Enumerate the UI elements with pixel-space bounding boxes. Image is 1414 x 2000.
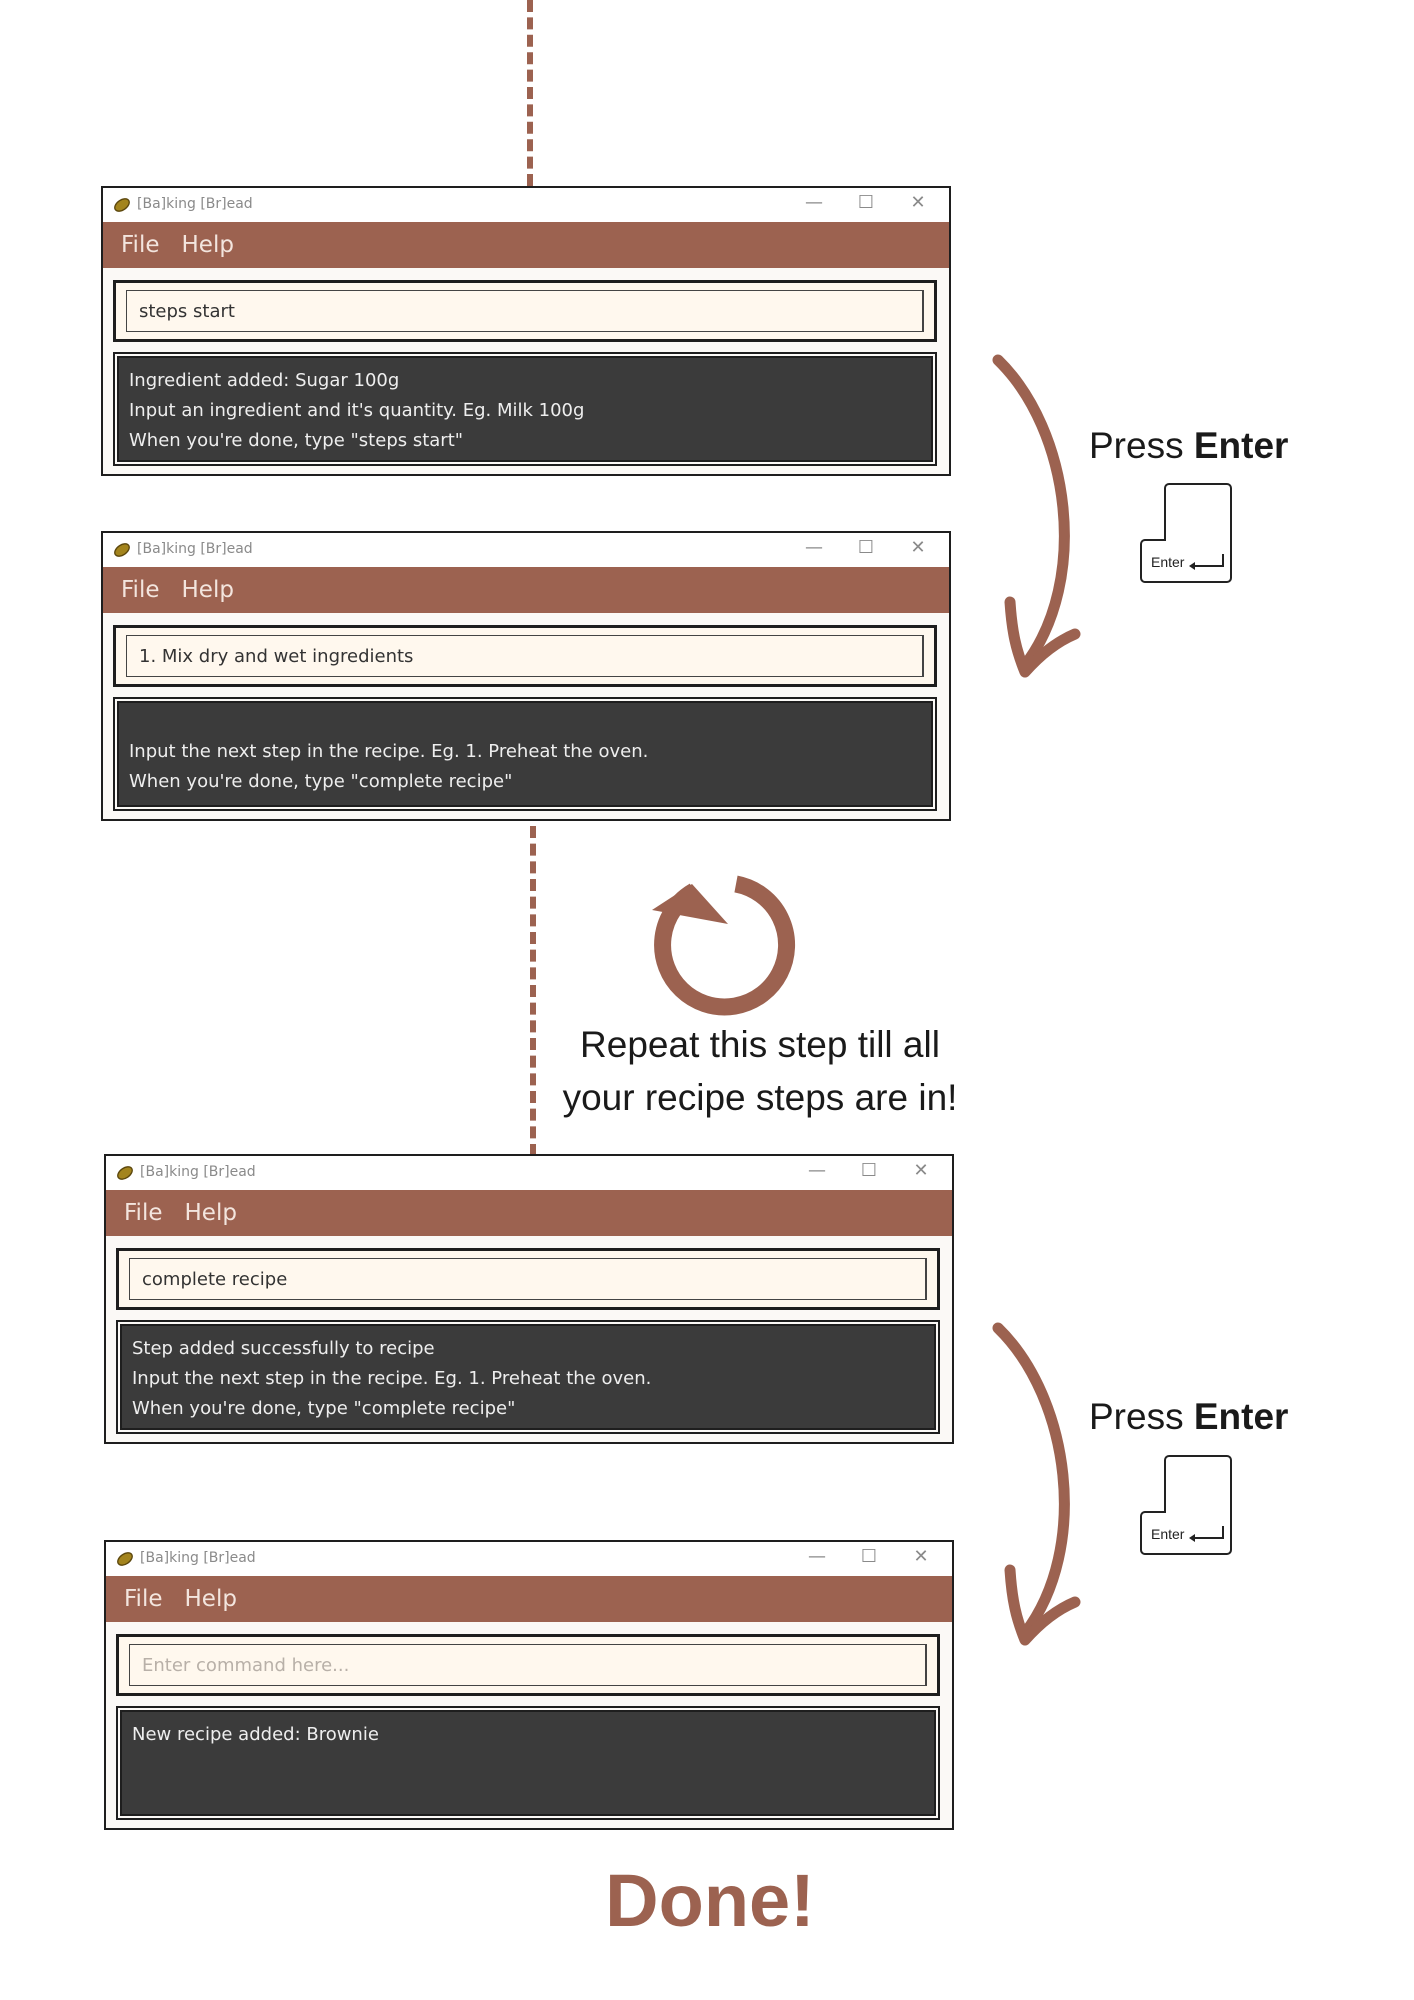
result-box: New recipe added: Brownie	[116, 1706, 940, 1820]
command-input-text: steps start	[139, 300, 235, 322]
window-titlebar: [Ba]king [Br]ead — ☐ ✕	[106, 1156, 952, 1190]
window-title: [Ba]king [Br]ead	[140, 1550, 256, 1566]
menu-file[interactable]: File	[121, 577, 160, 603]
menu-help[interactable]: Help	[185, 1200, 237, 1226]
repeat-line-2: your recipe steps are in!	[562, 1077, 958, 1118]
result-box: Step added successfully to recipe Input …	[116, 1320, 940, 1434]
command-input[interactable]: complete recipe	[129, 1258, 927, 1300]
minimize-icon[interactable]: —	[799, 192, 829, 213]
command-input-placeholder: Enter command here...	[142, 1654, 350, 1676]
result-line: Ingredient added: Sugar 100g	[129, 370, 400, 391]
press-prefix: Press	[1089, 1396, 1184, 1437]
window-title: [Ba]king [Br]ead	[137, 196, 253, 212]
result-display: Ingredient added: Sugar 100g Input an in…	[117, 356, 933, 462]
command-box: Enter command here...	[116, 1634, 940, 1696]
close-icon[interactable]: ✕	[903, 192, 933, 213]
key-label: Enter	[1151, 554, 1185, 570]
menu-bar: File Help	[103, 222, 949, 268]
menu-help[interactable]: Help	[182, 232, 234, 258]
result-box: Input the next step in the recipe. Eg. 1…	[113, 697, 937, 811]
dashed-connector-top	[527, 0, 533, 186]
result-line: When you're done, type "steps start"	[129, 430, 464, 451]
close-icon[interactable]: ✕	[906, 1160, 936, 1181]
maximize-icon[interactable]: ☐	[851, 537, 881, 558]
window-title: [Ba]king [Br]ead	[137, 541, 253, 557]
key-label: Enter	[1151, 1526, 1185, 1542]
command-input[interactable]: steps start	[126, 290, 924, 332]
result-line: New recipe added: Brownie	[132, 1724, 379, 1745]
maximize-icon[interactable]: ☐	[851, 192, 881, 213]
repeat-line-1: Repeat this step till all	[580, 1024, 940, 1065]
command-input-text: complete recipe	[142, 1268, 288, 1290]
maximize-icon[interactable]: ☐	[854, 1160, 884, 1181]
menu-file[interactable]: File	[124, 1586, 163, 1612]
menu-bar: File Help	[106, 1190, 952, 1236]
menu-file[interactable]: File	[121, 232, 160, 258]
app-window-2: [Ba]king [Br]ead — ☐ ✕ File Help 1. Mix …	[101, 531, 951, 821]
window-titlebar: [Ba]king [Br]ead — ☐ ✕	[106, 1542, 952, 1576]
command-input[interactable]: Enter command here...	[129, 1644, 927, 1686]
menu-help[interactable]: Help	[185, 1586, 237, 1612]
command-box: complete recipe	[116, 1248, 940, 1310]
result-display: New recipe added: Brownie	[120, 1710, 936, 1816]
menu-bar: File Help	[106, 1576, 952, 1622]
command-input-text: 1. Mix dry and wet ingredients	[139, 645, 414, 667]
result-display: Input the next step in the recipe. Eg. 1…	[117, 701, 933, 807]
result-line: When you're done, type "complete recipe"	[129, 771, 513, 792]
app-window-3: [Ba]king [Br]ead — ☐ ✕ File Help complet…	[104, 1154, 954, 1444]
enter-key-icon: Enter	[1139, 1454, 1233, 1556]
window-title: [Ba]king [Br]ead	[140, 1164, 256, 1180]
result-line: Step added successfully to recipe	[132, 1338, 435, 1359]
press-enter-label-2: Press Enter	[1089, 1396, 1288, 1438]
minimize-icon[interactable]: —	[802, 1160, 832, 1181]
curved-arrow-1	[992, 354, 1081, 678]
app-window-1: [Ba]king [Br]ead — ☐ ✕ File Help steps s…	[101, 186, 951, 476]
window-titlebar: [Ba]king [Br]ead — ☐ ✕	[103, 533, 949, 567]
bread-icon	[114, 198, 130, 212]
press-key: Enter	[1193, 425, 1289, 466]
menu-help[interactable]: Help	[182, 577, 234, 603]
command-box: 1. Mix dry and wet ingredients	[113, 625, 937, 687]
maximize-icon[interactable]: ☐	[854, 1546, 884, 1567]
done-heading: Done!	[605, 1859, 815, 1942]
result-display: Step added successfully to recipe Input …	[120, 1324, 936, 1430]
menu-file[interactable]: File	[124, 1200, 163, 1226]
result-line: Input an ingredient and it's quantity. E…	[129, 400, 585, 421]
app-window-4: [Ba]king [Br]ead — ☐ ✕ File Help Enter c…	[104, 1540, 954, 1830]
curved-arrow-2	[992, 1322, 1081, 1646]
bread-icon	[117, 1166, 133, 1180]
command-box: steps start	[113, 280, 937, 342]
minimize-icon[interactable]: —	[802, 1546, 832, 1567]
command-input[interactable]: 1. Mix dry and wet ingredients	[126, 635, 924, 677]
result-box: Ingredient added: Sugar 100g Input an in…	[113, 352, 937, 466]
result-line: Input the next step in the recipe. Eg. 1…	[129, 741, 649, 762]
enter-key-icon: Enter	[1139, 482, 1233, 584]
result-line: When you're done, type "complete recipe"	[132, 1398, 516, 1419]
repeat-instruction: Repeat this step till all your recipe st…	[540, 1018, 980, 1124]
close-icon[interactable]: ✕	[903, 537, 933, 558]
press-prefix: Press	[1089, 425, 1184, 466]
repeat-icon	[652, 875, 796, 1016]
press-enter-label-1: Press Enter	[1089, 425, 1288, 467]
window-titlebar: [Ba]king [Br]ead — ☐ ✕	[103, 188, 949, 222]
close-icon[interactable]: ✕	[906, 1546, 936, 1567]
bread-icon	[114, 543, 130, 557]
result-line: Input the next step in the recipe. Eg. 1…	[132, 1368, 652, 1389]
press-key: Enter	[1193, 1396, 1289, 1437]
bread-icon	[117, 1552, 133, 1566]
menu-bar: File Help	[103, 567, 949, 613]
dashed-connector-middle	[530, 826, 536, 1156]
minimize-icon[interactable]: —	[799, 537, 829, 558]
